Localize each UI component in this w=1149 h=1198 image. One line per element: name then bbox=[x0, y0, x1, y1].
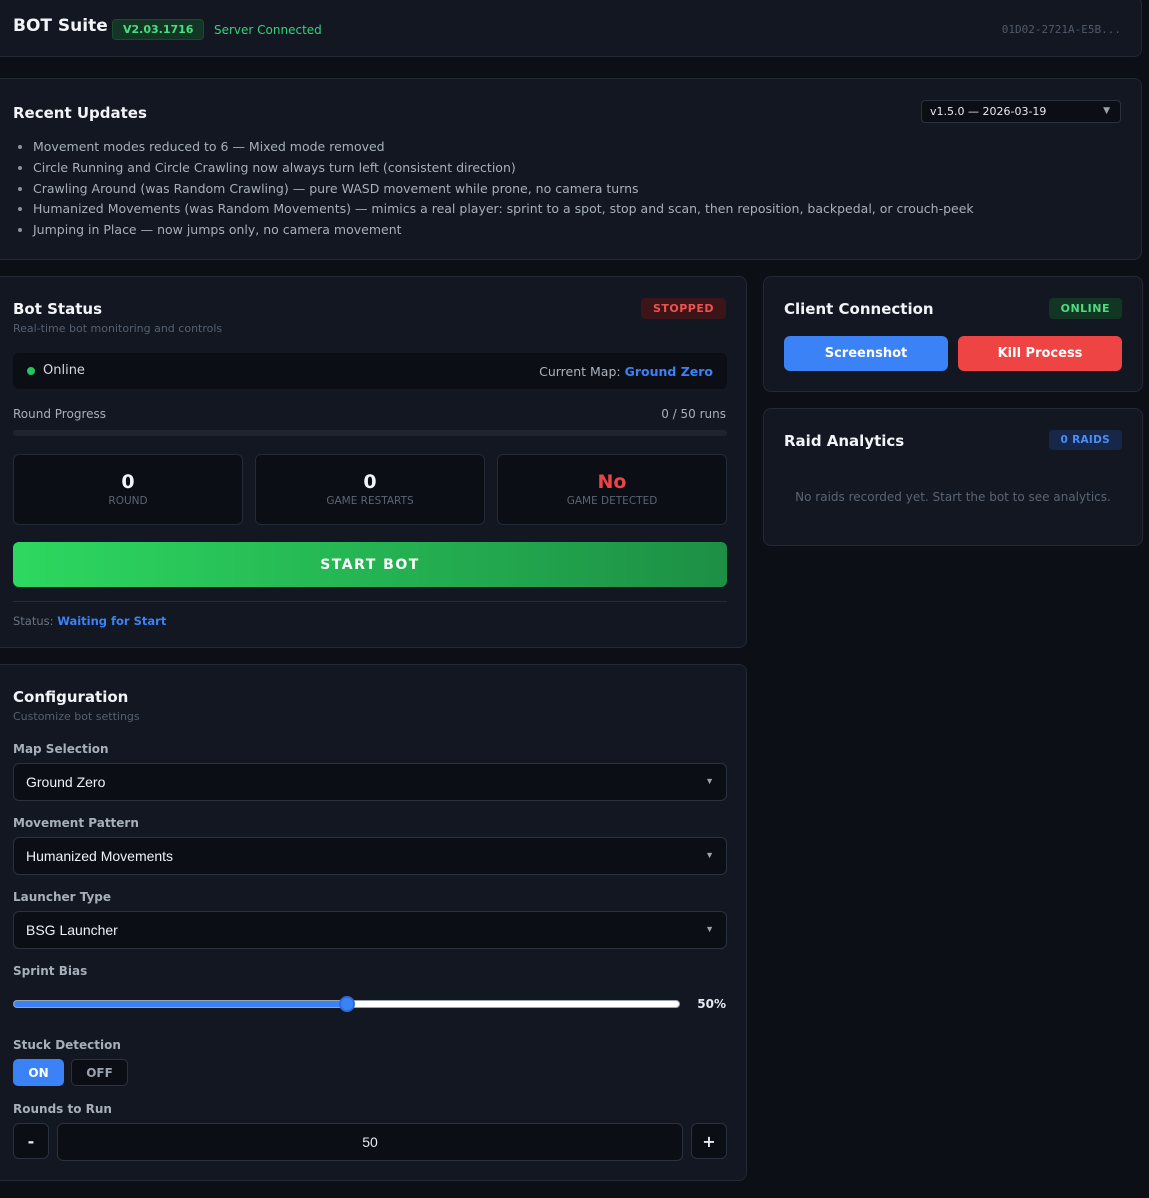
brand-title: BOT Suite bbox=[13, 16, 108, 36]
stuck-detection-label: Stuck Detection bbox=[13, 1038, 121, 1052]
updates-list: Movement modes reduced to 6 — Mixed mode… bbox=[33, 137, 974, 241]
map-select-value: Ground Zero bbox=[26, 774, 106, 790]
sprint-bias-value: 50% bbox=[697, 997, 726, 1011]
start-bot-button[interactable]: START BOT bbox=[13, 542, 727, 587]
version-select-value: v1.5.0 — 2026-03-19 bbox=[930, 105, 1047, 118]
raid-analytics-panel: Raid Analytics 0 RAIDS No raids recorded… bbox=[763, 408, 1143, 546]
movement-pattern-label: Movement Pattern bbox=[13, 816, 139, 830]
version-badge: V2.03.1716 bbox=[112, 19, 205, 40]
launcher-type-value: BSG Launcher bbox=[26, 922, 118, 938]
recent-updates-title: Recent Updates bbox=[13, 104, 147, 122]
current-map-value: Ground Zero bbox=[624, 364, 713, 379]
top-header: BOT Suite V2.03.1716 Server Connected 01… bbox=[0, 0, 1142, 57]
server-status: Server Connected bbox=[214, 23, 322, 37]
rounds-to-run-label: Rounds to Run bbox=[13, 1102, 112, 1116]
stuck-detection-on-toggle[interactable]: ON bbox=[13, 1059, 64, 1086]
bot-status-subtitle: Real-time bot monitoring and controls bbox=[13, 322, 223, 335]
launcher-type-label: Launcher Type bbox=[13, 890, 112, 904]
sprint-bias-slider-handle[interactable] bbox=[338, 996, 355, 1012]
stat-round: 0 ROUND bbox=[13, 454, 243, 525]
movement-pattern-select[interactable]: Humanized Movements ▼ bbox=[13, 837, 727, 875]
stuck-detection-off-toggle[interactable]: OFF bbox=[71, 1059, 128, 1086]
stat-game-detected: No GAME DETECTED bbox=[497, 454, 727, 525]
chevron-down-icon: ▼ bbox=[705, 924, 714, 934]
connection-badge: ONLINE bbox=[1048, 298, 1122, 319]
map-select[interactable]: Ground Zero ▼ bbox=[13, 763, 727, 801]
current-map: Current Map: Ground Zero bbox=[539, 364, 713, 379]
client-connection-title: Client Connection bbox=[784, 300, 934, 318]
list-item: Circle Running and Circle Crawling now a… bbox=[33, 158, 974, 179]
status-label: Status: bbox=[13, 614, 54, 628]
rounds-input[interactable]: 50 bbox=[57, 1123, 683, 1161]
status-badge: STOPPED bbox=[640, 298, 726, 319]
movement-pattern-value: Humanized Movements bbox=[26, 848, 174, 864]
stat-game-restarts-label: GAME RESTARTS bbox=[326, 495, 414, 507]
kill-process-button[interactable]: Kill Process bbox=[958, 336, 1122, 371]
round-progress-label: Round Progress bbox=[13, 407, 106, 421]
map-selection-label: Map Selection bbox=[13, 742, 109, 756]
rounds-increment-button[interactable]: + bbox=[691, 1123, 727, 1159]
sprint-bias-slider-fill bbox=[14, 1001, 347, 1007]
stat-round-value: 0 bbox=[121, 471, 135, 493]
list-item: Jumping in Place — now jumps only, no ca… bbox=[33, 220, 974, 241]
bot-status-panel: Bot Status Real-time bot monitoring and … bbox=[0, 276, 747, 648]
configuration-subtitle: Customize bot settings bbox=[13, 710, 140, 723]
online-text: Online bbox=[43, 363, 85, 378]
stat-round-label: ROUND bbox=[108, 495, 148, 507]
version-select[interactable]: v1.5.0 — 2026-03-19 ▼ bbox=[921, 100, 1121, 123]
chevron-down-icon: ▼ bbox=[1103, 106, 1110, 116]
chevron-down-icon: ▼ bbox=[705, 776, 714, 786]
hwid-text: 01D02-2721A-E5B... bbox=[1001, 23, 1121, 36]
round-progress-count: 0 / 50 runs bbox=[661, 407, 726, 421]
launcher-type-select[interactable]: BSG Launcher ▼ bbox=[13, 911, 727, 949]
stat-game-restarts-value: 0 bbox=[363, 471, 377, 493]
configuration-panel: Configuration Customize bot settings Map… bbox=[0, 664, 747, 1181]
status-value: Waiting for Start bbox=[57, 614, 167, 628]
list-item: Crawling Around (was Random Crawling) — … bbox=[33, 179, 974, 200]
configuration-title: Configuration bbox=[13, 688, 129, 706]
stat-game-detected-value: No bbox=[597, 471, 627, 493]
round-progress-bar bbox=[13, 430, 727, 436]
raid-analytics-title: Raid Analytics bbox=[784, 432, 905, 450]
rounds-decrement-button[interactable]: - bbox=[13, 1123, 49, 1159]
online-bar: Online Current Map: Ground Zero bbox=[13, 353, 727, 389]
sprint-bias-label: Sprint Bias bbox=[13, 964, 88, 978]
recent-updates-panel: Recent Updates v1.5.0 — 2026-03-19 ▼ Mov… bbox=[0, 78, 1142, 260]
stat-game-detected-label: GAME DETECTED bbox=[566, 495, 658, 507]
status-line: Status: Waiting for Start bbox=[13, 614, 166, 628]
online-dot-icon bbox=[27, 367, 35, 375]
client-connection-panel: Client Connection ONLINE Screenshot Kill… bbox=[763, 276, 1143, 392]
screenshot-button[interactable]: Screenshot bbox=[784, 336, 948, 371]
current-map-label: Current Map: bbox=[539, 364, 621, 379]
stat-game-restarts: 0 GAME RESTARTS bbox=[255, 454, 485, 525]
raids-count-badge: 0 RAIDS bbox=[1048, 430, 1122, 450]
bot-status-title: Bot Status bbox=[13, 300, 103, 318]
list-item: Humanized Movements (was Random Movement… bbox=[33, 199, 974, 220]
divider bbox=[13, 601, 727, 602]
chevron-down-icon: ▼ bbox=[705, 850, 714, 860]
list-item: Movement modes reduced to 6 — Mixed mode… bbox=[33, 137, 974, 158]
raid-empty-message: No raids recorded yet. Start the bot to … bbox=[795, 490, 1111, 504]
